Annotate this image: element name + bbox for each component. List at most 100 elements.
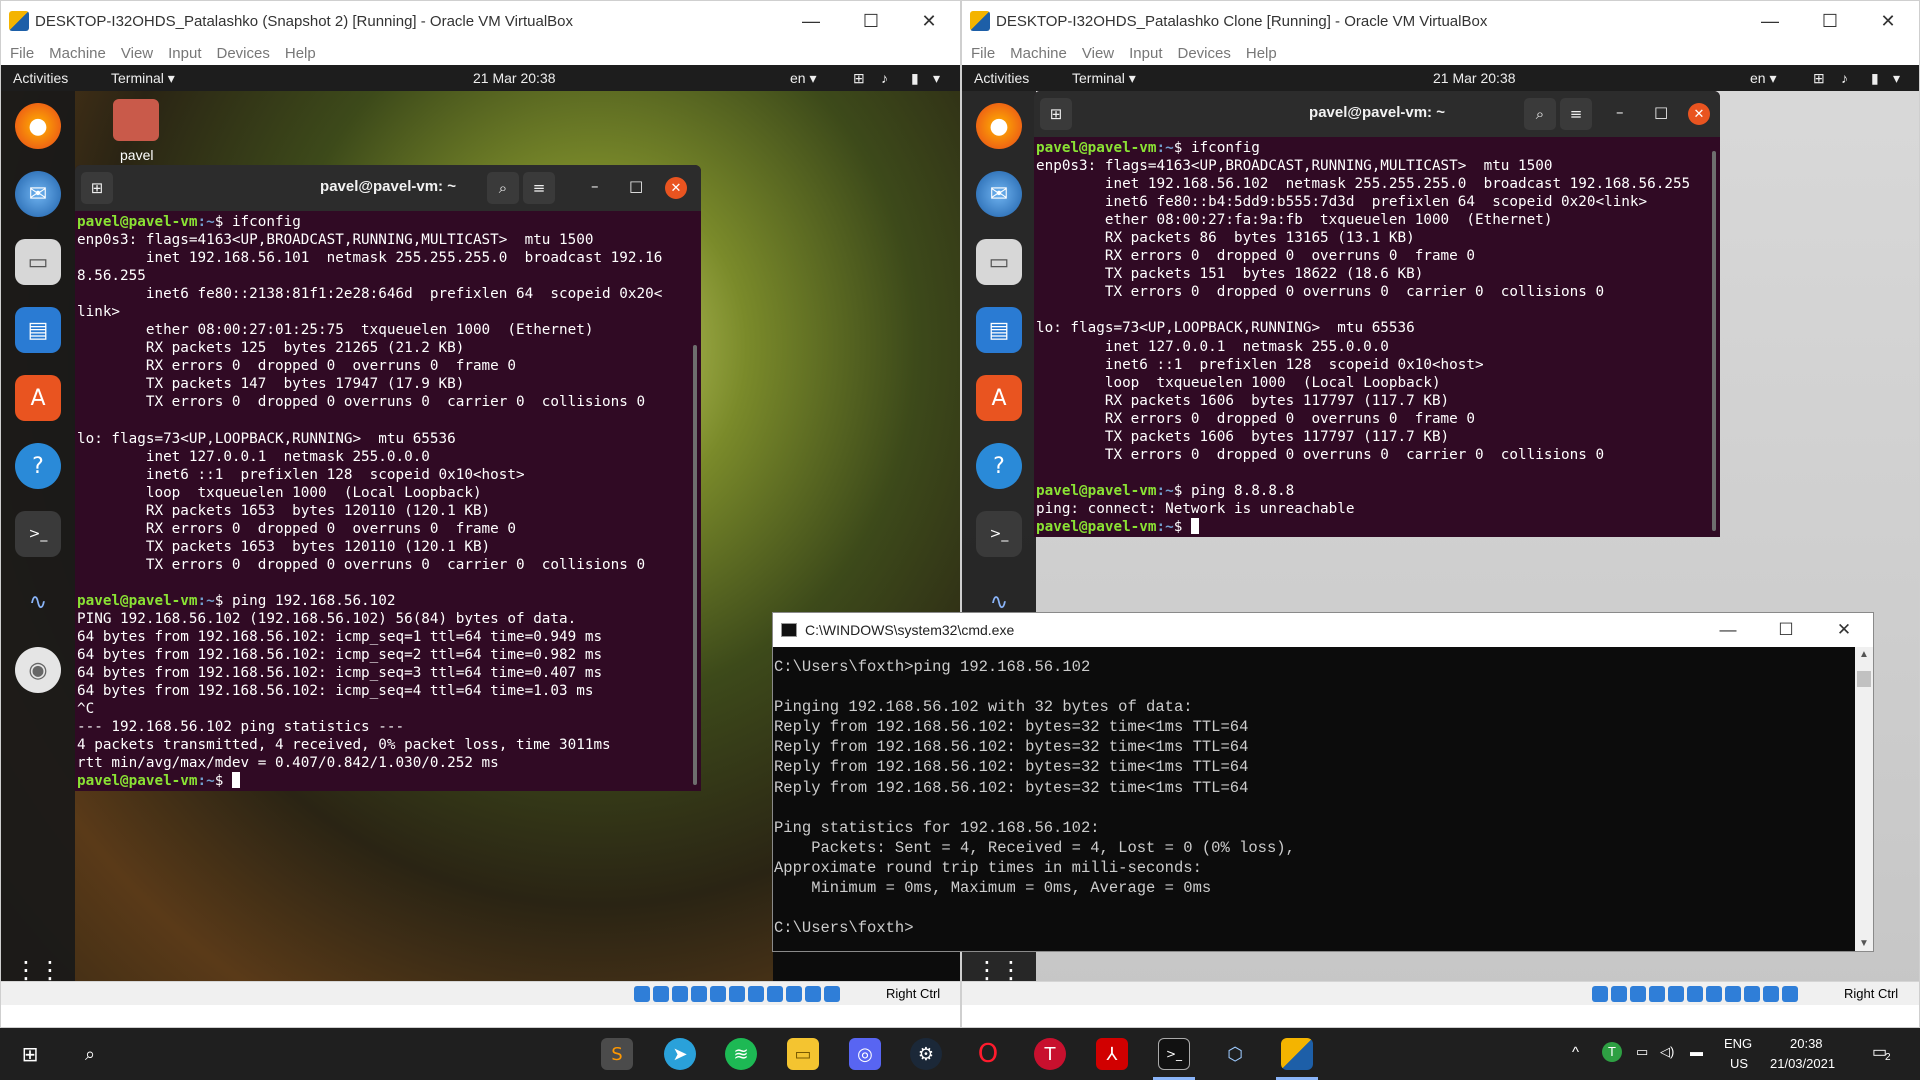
menu-input[interactable]: Input [168, 45, 201, 62]
thunderbird-icon[interactable]: ✉ [15, 171, 61, 217]
lang-top[interactable]: ENG [1724, 1036, 1752, 1051]
network-status-icon[interactable] [1649, 986, 1665, 1002]
opera-icon[interactable]: O [972, 1038, 1004, 1070]
start-windows-icon[interactable]: ⊞ [14, 1038, 46, 1070]
close-button[interactable]: ✕ [900, 1, 958, 41]
maximize-icon[interactable]: □ [629, 177, 643, 195]
menu-devices[interactable]: Devices [217, 45, 270, 62]
software-icon[interactable]: A [976, 375, 1022, 421]
recording-icon[interactable] [1725, 986, 1741, 1002]
file-explorer-icon[interactable]: ▭ [787, 1038, 819, 1070]
minimize-button[interactable]: — [1741, 1, 1799, 41]
help-icon[interactable]: ? [15, 443, 61, 489]
battery-icon[interactable]: ▮ [911, 70, 919, 87]
maximize-button[interactable]: ☐ [1801, 1, 1859, 41]
terminal-window[interactable]: ⊞ pavel@pavel-vm: ~ ⌕ ≡ – □ ✕ pavel@pave… [1034, 91, 1720, 537]
firefox-icon[interactable]: ● [15, 103, 61, 149]
help-icon[interactable]: ? [976, 443, 1022, 489]
tunnelbear-icon[interactable]: T [1034, 1038, 1066, 1070]
menu-view[interactable]: View [121, 45, 153, 62]
close-icon[interactable]: ✕ [1688, 103, 1710, 125]
files-icon[interactable]: ▭ [15, 239, 61, 285]
mouse-icon[interactable] [1763, 986, 1779, 1002]
cmd-window[interactable]: C:\WINDOWS\system32\cmd.exe — ☐ ✕ C:\Use… [772, 612, 1874, 952]
hdd-icon[interactable] [634, 986, 650, 1002]
maximize-button[interactable]: ☐ [1757, 613, 1815, 647]
menu-input[interactable]: Input [1129, 45, 1162, 62]
terminal-window[interactable]: ⊞ pavel@pavel-vm: ~ ⌕ ≡ – □ ✕ pavel@pave… [75, 165, 701, 791]
clock[interactable]: 21 Mar 20:38 [1433, 70, 1516, 86]
hdd-icon[interactable] [1592, 986, 1608, 1002]
language-indicator[interactable]: en ▾ [1750, 70, 1777, 87]
cmd-icon[interactable]: >_ [1158, 1038, 1190, 1070]
mouse-icon[interactable] [805, 986, 821, 1002]
audio-icon[interactable] [1630, 986, 1646, 1002]
usb-icon[interactable] [1668, 986, 1684, 1002]
terminal-dock-icon[interactable]: >_ [976, 511, 1022, 557]
host-key-icon[interactable] [824, 986, 840, 1002]
minimize-button[interactable]: — [1699, 613, 1757, 647]
search-icon[interactable]: ⌕ [487, 172, 519, 204]
terminal-output[interactable]: pavel@pavel-vm:~$ ifconfig enp0s3: flags=… [1036, 139, 1690, 536]
volume-icon[interactable]: ♪ [881, 70, 888, 86]
close-button[interactable]: ✕ [1815, 613, 1873, 647]
menu-file[interactable]: File [10, 45, 34, 62]
tray-app-icon[interactable]: T [1602, 1042, 1622, 1062]
maximize-icon[interactable]: □ [1654, 103, 1668, 121]
cpu-icon[interactable] [1744, 986, 1760, 1002]
search-icon[interactable]: ⌕ [1524, 98, 1556, 130]
show-hidden-icons-chevron-icon[interactable]: ^ [1572, 1044, 1579, 1061]
spotify-icon[interactable]: ≋ [725, 1038, 757, 1070]
network-status-icon[interactable] [691, 986, 707, 1002]
audio-icon[interactable] [672, 986, 688, 1002]
minimize-icon[interactable]: – [1616, 103, 1624, 121]
cpu-icon[interactable] [786, 986, 802, 1002]
hamburger-menu-icon[interactable]: ≡ [1560, 98, 1592, 130]
menu-devices[interactable]: Devices [1178, 45, 1231, 62]
telegram-icon[interactable]: ➤ [664, 1038, 696, 1070]
menu-file[interactable]: File [971, 45, 995, 62]
shared-folder-icon[interactable] [1687, 986, 1703, 1002]
network-tray-icon[interactable]: ▭ [1636, 1044, 1648, 1060]
virtualbox-icon[interactable] [1281, 1038, 1313, 1070]
maximize-button[interactable]: ☐ [842, 1, 900, 41]
system-menu-chevron-icon[interactable]: ▾ [933, 70, 940, 87]
lang-bottom[interactable]: US [1730, 1056, 1748, 1071]
clock[interactable]: 21 Mar 20:38 [473, 70, 556, 86]
system-menu-chevron-icon[interactable]: ▾ [1893, 70, 1900, 87]
cmd-scrollbar[interactable]: ▲ ▼ [1855, 647, 1873, 951]
terminal-output[interactable]: pavel@pavel-vm:~$ ifconfig enp0s3: flags=… [77, 213, 662, 791]
steam-icon[interactable]: ⚙ [910, 1038, 942, 1070]
writer-icon[interactable]: ▤ [15, 307, 61, 353]
terminal-header[interactable]: ⊞ pavel@pavel-vm: ~ ⌕ ≡ – □ ✕ [75, 165, 701, 211]
optical-icon[interactable] [1611, 986, 1627, 1002]
close-icon[interactable]: ✕ [665, 177, 687, 199]
network-icon[interactable]: ⊞ [853, 70, 865, 87]
scroll-down-arrow-icon[interactable]: ▼ [1859, 938, 1869, 949]
network-icon[interactable]: ⊞ [1813, 70, 1825, 87]
terminal-menu[interactable]: Terminal ▾ [1072, 70, 1136, 87]
taskbar-date[interactable]: 21/03/2021 [1770, 1056, 1835, 1071]
battery-tray-icon[interactable]: ▬ [1690, 1044, 1703, 1059]
usb-icon[interactable] [710, 986, 726, 1002]
virtualbox-cube-icon[interactable]: ⬡ [1219, 1038, 1251, 1070]
language-indicator[interactable]: en ▾ [790, 70, 817, 87]
minimize-icon[interactable]: – [591, 177, 599, 195]
shared-folder-icon[interactable] [729, 986, 745, 1002]
display-icon[interactable] [748, 986, 764, 1002]
minimize-button[interactable]: — [782, 1, 840, 41]
menu-machine[interactable]: Machine [1010, 45, 1067, 62]
menu-help[interactable]: Help [285, 45, 316, 62]
thunderbird-icon[interactable]: ✉ [976, 171, 1022, 217]
software-icon[interactable]: A [15, 375, 61, 421]
optical-icon[interactable] [653, 986, 669, 1002]
sublime-text-icon[interactable]: S [601, 1038, 633, 1070]
volume-tray-icon[interactable]: ◁) [1660, 1044, 1674, 1060]
menu-help[interactable]: Help [1246, 45, 1277, 62]
terminal-dock-icon[interactable]: >_ [15, 511, 61, 557]
host-key-icon[interactable] [1782, 986, 1798, 1002]
close-button[interactable]: ✕ [1859, 1, 1917, 41]
taskbar-time[interactable]: 20:38 [1790, 1036, 1823, 1051]
scrollbar[interactable] [1712, 151, 1716, 531]
acrobat-icon[interactable]: ⅄ [1096, 1038, 1128, 1070]
